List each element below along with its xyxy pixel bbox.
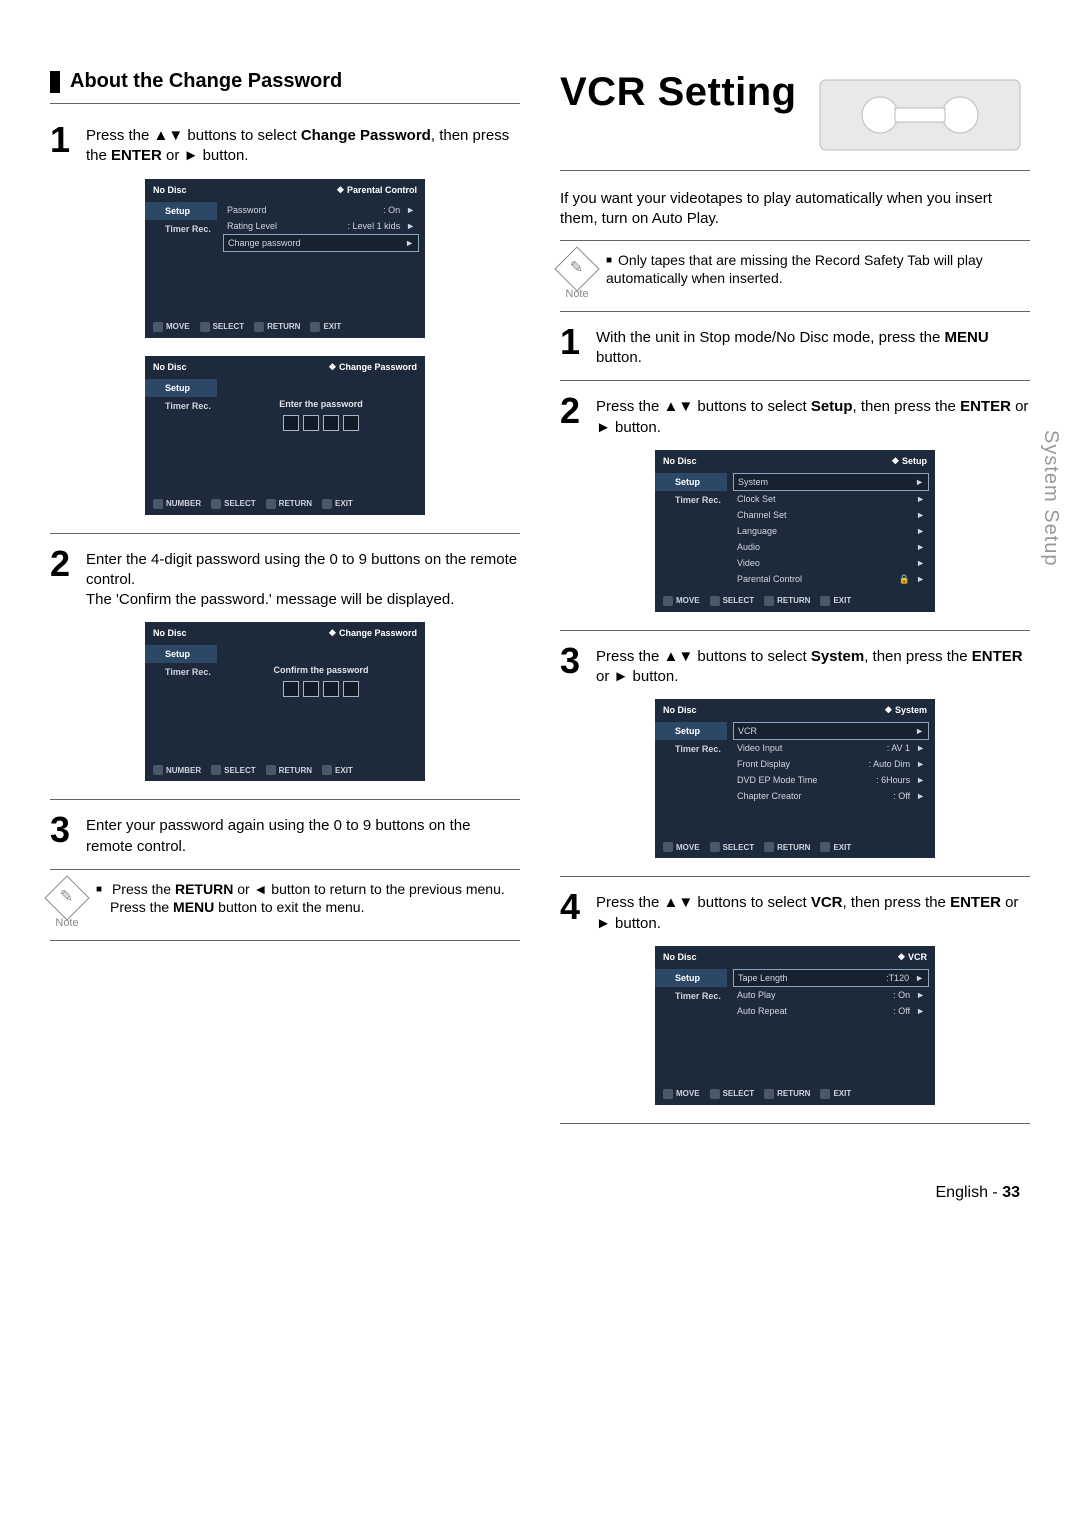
osd-confirm-password: No DiscChange PasswordSetupTimer Rec.Con… [145, 622, 425, 781]
step-text: Enter your password again using the 0 to… [86, 812, 520, 857]
step-1: 1 Press the ▲▼ buttons to select Change … [50, 122, 520, 167]
step-number: 4 [560, 889, 586, 934]
step-text: With the unit in Stop mode/No Disc mode,… [596, 324, 1030, 369]
divider [560, 1123, 1030, 1124]
step-text: Enter the 4-digit password using the 0 t… [86, 546, 520, 611]
divider [50, 940, 520, 941]
step-3: 3 Enter your password again using the 0 … [50, 812, 520, 857]
right-header: VCR Setting [560, 70, 1030, 160]
note-text: Only tapes that are missing the Record S… [606, 251, 1030, 287]
step-text: Press the ▲▼ buttons to select VCR, then… [596, 889, 1030, 934]
osd-setup: No DiscSetupSetupTimer Rec.System►Clock … [655, 450, 935, 612]
step-number: 3 [50, 812, 76, 857]
note-icon: ✎ [44, 875, 89, 920]
divider [50, 869, 520, 870]
left-column: About the Change Password 1 Press the ▲▼… [50, 70, 520, 1134]
divider [560, 380, 1030, 381]
osd-vcr: No DiscVCRSetupTimer Rec.Tape Length:T12… [655, 946, 935, 1105]
step-number: 1 [50, 122, 76, 167]
divider [50, 103, 520, 104]
note-text: Press the RETURN or ◄ button to return t… [96, 880, 505, 916]
step-2: 2 Press the ▲▼ buttons to select Setup, … [560, 393, 1030, 438]
step-number: 1 [560, 324, 586, 369]
step-text: Press the ▲▼ buttons to select Change Pa… [86, 122, 520, 167]
note-block: ✎ Note Press the RETURN or ◄ button to r… [50, 880, 520, 930]
step-2: 2 Enter the 4-digit password using the 0… [50, 546, 520, 611]
vhs-cassette-image [810, 70, 1030, 160]
divider [560, 311, 1030, 312]
step-1: 1 With the unit in Stop mode/No Disc mod… [560, 324, 1030, 369]
divider [560, 876, 1030, 877]
divider [560, 240, 1030, 241]
intro-text: If you want your videotapes to play auto… [560, 189, 1030, 230]
divider [560, 170, 1030, 171]
side-tab: System Setup [1039, 430, 1062, 567]
page-title: VCR Setting [560, 70, 797, 115]
note-block: ✎ Note Only tapes that are missing the R… [560, 251, 1030, 301]
step-3: 3 Press the ▲▼ buttons to select System,… [560, 643, 1030, 688]
divider [50, 799, 520, 800]
step-4: 4 Press the ▲▼ buttons to select VCR, th… [560, 889, 1030, 934]
step-number: 3 [560, 643, 586, 688]
osd-system: No DiscSystemSetupTimer Rec.VCR►Video In… [655, 699, 935, 858]
step-number: 2 [50, 546, 76, 611]
divider [50, 533, 520, 534]
heading-bar [50, 71, 60, 93]
step-text: Press the ▲▼ buttons to select Setup, th… [596, 393, 1030, 438]
divider [560, 630, 1030, 631]
step-number: 2 [560, 393, 586, 438]
section-heading: About the Change Password [50, 70, 520, 93]
page-footer: English - 33 [0, 1184, 1080, 1242]
osd-enter-password: No DiscChange PasswordSetupTimer Rec.Ent… [145, 356, 425, 515]
note-icon: ✎ [554, 246, 599, 291]
step-text: Press the ▲▼ buttons to select System, t… [596, 643, 1030, 688]
right-column: VCR Setting If you want your videotapes … [560, 70, 1030, 1134]
heading-text: About the Change Password [70, 70, 342, 93]
osd-parental-control: No DiscParental ControlSetupTimer Rec.Pa… [145, 179, 425, 338]
